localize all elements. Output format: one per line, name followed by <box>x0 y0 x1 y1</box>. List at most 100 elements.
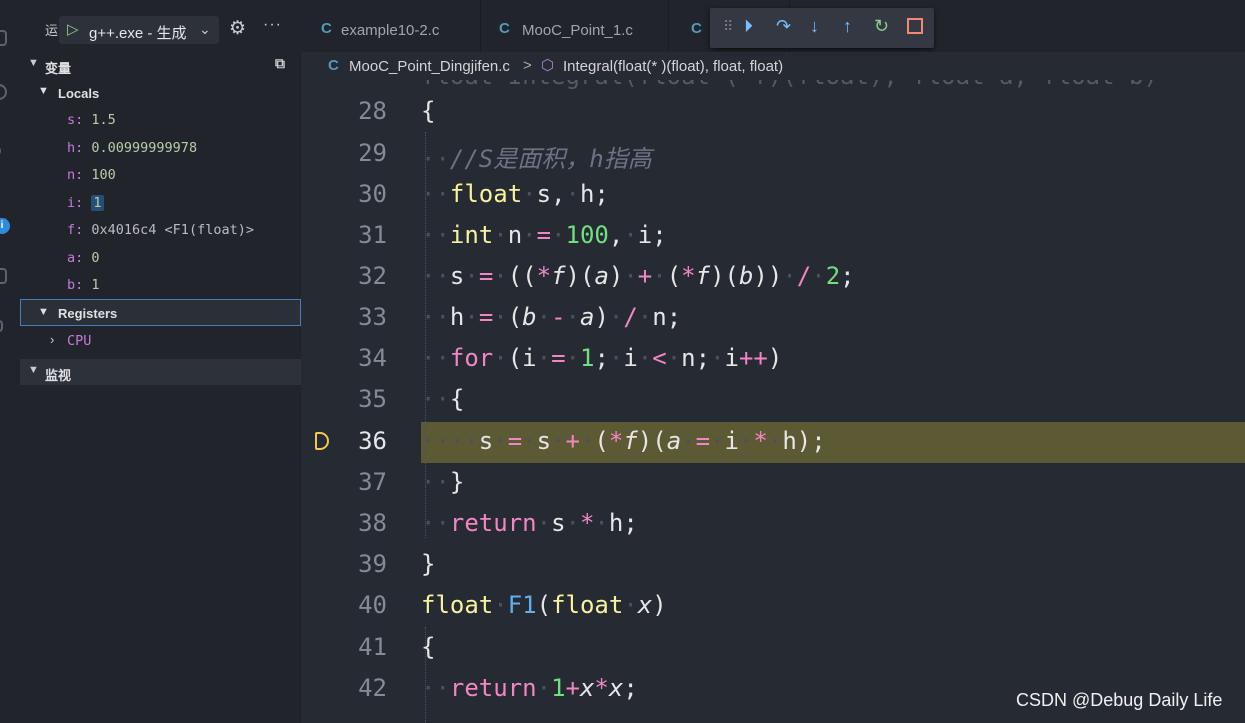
variable-row[interactable]: n: 100 <box>67 167 116 183</box>
watch-section-title: 监视 <box>45 368 72 383</box>
chevron-right-icon: › <box>50 332 55 347</box>
symbol-method-icon: ⬡ <box>541 57 555 74</box>
line-number: 41 <box>358 633 387 661</box>
variable-row[interactable]: h: 0.00999999978 <box>67 140 197 156</box>
code-line: ··for·(i·=·1;·i·<·n;·i++) <box>421 344 783 372</box>
locals-scope[interactable]: ▼ Locals <box>20 80 301 104</box>
code-comment: //S是面积，h指高 <box>449 145 652 173</box>
search-icon[interactable] <box>0 84 7 100</box>
breadcrumb: C MooC_Point_Dingjifen.c > ⬡ Integral(fl… <box>301 52 1245 80</box>
line-number: 34 <box>358 344 387 372</box>
debug-config-select[interactable]: ▷ g++.exe - 生成 ⌄ <box>59 16 219 44</box>
line-number: 30 <box>358 180 387 208</box>
line-number: 37 <box>358 468 387 496</box>
locals-label: Locals <box>58 86 100 101</box>
variable-row[interactable]: b: 1 <box>67 277 100 293</box>
c-file-icon: C <box>499 20 510 37</box>
chevron-down-icon[interactable]: ⌄ <box>199 21 211 38</box>
debug-floating-toolbar: ⠿ ⏵ ↷ ↓ ↑ ↻ <box>710 8 934 48</box>
breadcrumb-file[interactable]: MooC_Point_Dingjifen.c <box>349 58 510 75</box>
line-number: 31 <box>358 221 387 249</box>
more-actions-icon[interactable]: ··· <box>263 16 282 34</box>
code-line: ··s·=·((*f)(a)·+·(*f)(b))·/·2; <box>421 262 855 290</box>
line-number: 40 <box>358 591 387 619</box>
code-line: { <box>421 633 436 661</box>
code-line: ··} <box>421 468 465 496</box>
restart-icon[interactable]: ↻ <box>874 16 889 36</box>
line-number: 33 <box>358 303 387 331</box>
variable-name: h: <box>67 140 84 156</box>
breadcrumb-separator: > <box>523 57 532 74</box>
code-line: } <box>421 550 436 578</box>
chevron-down-icon: ▼ <box>38 306 49 318</box>
gear-icon[interactable]: ⚙ <box>229 17 246 40</box>
registers-scope[interactable]: ▼ Registers <box>20 299 301 326</box>
tab-example10-2[interactable]: C example10-2.c <box>301 0 481 52</box>
variable-name: a: <box>67 250 84 266</box>
tab-label: example10-2.c <box>341 22 440 39</box>
cpu-label: CPU <box>67 333 92 349</box>
variable-row[interactable]: i: 1 <box>67 195 104 211</box>
variables-section-header[interactable]: ▼ 变量 ⧉ <box>20 52 301 78</box>
variable-name: s: <box>67 112 84 128</box>
chevron-down-icon: ▼ <box>28 57 39 69</box>
code-line: ··int·n·=·100,·i; <box>421 221 667 249</box>
code-line: ··h·=·(b·-·a)·/·n; <box>421 303 682 331</box>
variable-name: n: <box>67 167 84 183</box>
line-number-current: 36 <box>358 427 387 455</box>
variable-name: i: <box>67 195 84 211</box>
code-line: { <box>421 97 436 125</box>
variable-row[interactable]: s: 1.5 <box>67 112 116 128</box>
variable-name: f: <box>67 222 84 238</box>
code-line-current: ····s·=·s·+·(*f)(a·=·i·*·h); <box>421 427 826 455</box>
line-number: 38 <box>358 509 387 537</box>
variable-value: 1 <box>91 195 104 211</box>
variable-value: 0.00999999978 <box>91 140 198 156</box>
c-file-icon: C <box>328 57 339 74</box>
variable-row[interactable]: f: 0x4016c4 <F1(float)> <box>67 222 254 238</box>
line-number: 28 <box>358 97 387 125</box>
c-file-icon: C <box>691 20 702 37</box>
breadcrumb-symbol[interactable]: Integral(float(* )(float), float, float) <box>563 58 783 75</box>
code-line: ··//S是面积，h指高 <box>421 145 652 173</box>
activity-bar: i <box>0 0 20 723</box>
code-line: ··float·s,·h; <box>421 180 609 208</box>
code-line: ··return·1+x*x; <box>421 674 638 702</box>
continue-icon[interactable]: ⏵ <box>744 16 753 36</box>
cpu-node[interactable]: › CPU <box>20 328 301 352</box>
line-number: 35 <box>358 385 387 413</box>
step-into-icon[interactable]: ↓ <box>810 16 819 36</box>
collapse-all-icon[interactable]: ⧉ <box>275 55 285 72</box>
variable-value: 0x4016c4 <F1(float)> <box>91 222 254 238</box>
chevron-down-icon: ▼ <box>28 364 39 376</box>
variables-section-title: 变量 <box>45 61 72 76</box>
stop-icon[interactable] <box>907 18 923 34</box>
scrolled-code-line: float Integral(float (*f)(float), float … <box>421 80 1158 90</box>
remote-icon[interactable] <box>0 320 3 332</box>
run-debug-icon[interactable]: i <box>0 218 10 234</box>
step-out-icon[interactable]: ↑ <box>843 16 852 36</box>
chevron-down-icon: ▼ <box>38 85 49 97</box>
code-editor[interactable]: float Integral(float (*f)(float), float … <box>301 80 1245 723</box>
watch-section-header[interactable]: ▼ 监视 <box>20 359 301 385</box>
start-debugging-icon[interactable]: ▷ <box>67 20 79 38</box>
tab-mooc-point-1[interactable]: C MooC_Point_1.c <box>482 0 669 52</box>
step-over-icon[interactable]: ↷ <box>776 16 791 36</box>
explorer-icon[interactable] <box>0 30 7 46</box>
code-line: ··{ <box>421 385 465 413</box>
drag-handle-icon[interactable]: ⠿ <box>723 16 733 36</box>
variable-row[interactable]: a: 0 <box>67 250 100 266</box>
code-line: float·F1(float·x) <box>421 591 667 619</box>
code-line: ··return·s·*·h; <box>421 509 638 537</box>
run-view-title: 运 <box>45 23 59 38</box>
line-number: 29 <box>358 139 387 167</box>
extensions-icon[interactable] <box>0 268 7 284</box>
variable-value: 0 <box>91 250 100 266</box>
variable-name: b: <box>67 277 84 293</box>
variable-value: 100 <box>91 167 116 183</box>
variable-value: 1.5 <box>91 112 116 128</box>
source-control-icon[interactable] <box>0 146 1 156</box>
debug-config-label: g++.exe - 生成 <box>89 25 187 42</box>
watermark: CSDN @Debug Daily Life <box>1016 690 1223 710</box>
line-number: 39 <box>358 550 387 578</box>
